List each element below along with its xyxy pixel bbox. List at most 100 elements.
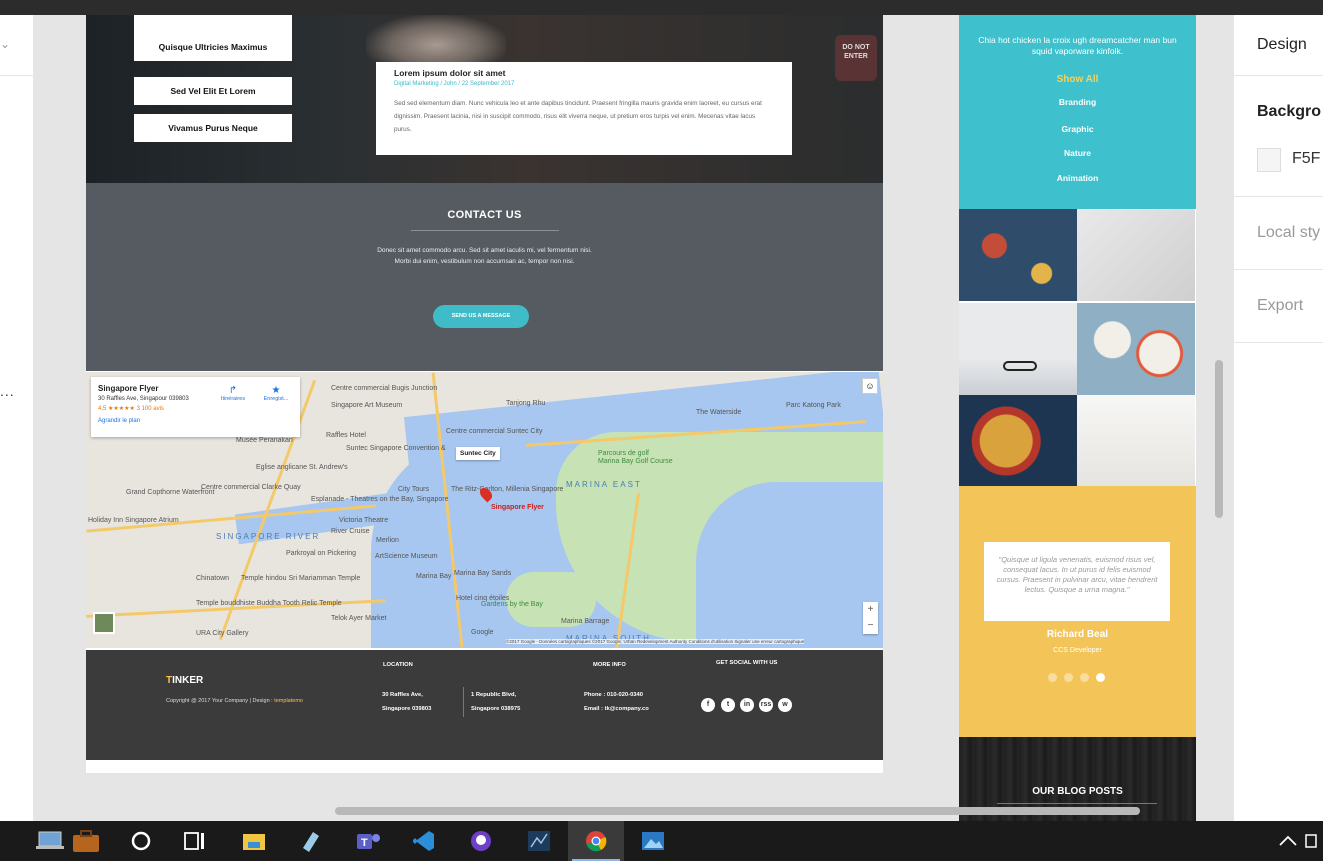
pin-label: Singapore Flyer	[491, 504, 544, 511]
carousel-dot-active[interactable]	[1096, 673, 1105, 682]
carousel-dot[interactable]	[1080, 673, 1089, 682]
zoom-in-button[interactable]: +	[863, 602, 878, 618]
divider	[1234, 342, 1323, 343]
directions-button[interactable]: ↱ Itinéraires	[213, 385, 253, 402]
sourcetree-icon[interactable]	[511, 821, 567, 861]
map-label: Merlion	[376, 537, 399, 544]
map-label: Centre commercial Bugis Junction	[331, 385, 438, 392]
tab-design[interactable]: Design	[1257, 36, 1307, 54]
templatemo-link[interactable]: templatemo	[274, 698, 303, 704]
map-label: Marina Bay Sands	[454, 570, 512, 577]
map-water-label: SINGAPORE RIVER	[216, 532, 321, 541]
portfolio-frame[interactable]: Chia hot chicken la croix ugh dreamcatch…	[959, 15, 1196, 821]
divider	[0, 75, 34, 76]
glasses-icon	[1003, 361, 1037, 371]
github-icon[interactable]	[453, 821, 509, 861]
map-label: Hotel cinq étoiles	[456, 595, 510, 602]
portfolio-photo[interactable]	[1077, 209, 1195, 301]
map-label: Tanjong Rhu	[506, 400, 546, 407]
background-hex-value[interactable]: F5F	[1292, 150, 1320, 168]
facebook-icon[interactable]: f	[701, 698, 715, 712]
carousel-dot[interactable]	[1064, 673, 1073, 682]
canvas[interactable]: DO NOT ENTER Quisque Ultricies Maximus S…	[35, 15, 1232, 821]
more-icon[interactable]: ...	[0, 383, 15, 399]
map-attribution[interactable]: ©2017 Google - Données cartographiques ©…	[506, 639, 805, 644]
notepad-icon[interactable]	[282, 821, 338, 861]
portfolio-photo[interactable]	[1077, 303, 1195, 395]
filter-branding[interactable]: Branding	[959, 97, 1196, 107]
map-label: Centre commercial Suntec City	[446, 428, 543, 435]
map-label: Marina Bay	[416, 573, 452, 580]
briefcase-icon[interactable]	[58, 821, 114, 861]
filter-graphic[interactable]: Graphic	[959, 124, 1196, 134]
portfolio-photo[interactable]	[959, 303, 1077, 395]
map-label: Marina Barrage	[561, 618, 610, 625]
contact-text: Donec sit amet commodo arcu. Sed sit ame…	[377, 247, 592, 265]
twitter-icon[interactable]: t	[721, 698, 735, 712]
place-rating[interactable]: 4,5 ★★★★★ 3 100 avis	[98, 405, 293, 412]
web-icon[interactable]: w	[778, 698, 792, 712]
save-button[interactable]: ★ Enregist...	[256, 385, 296, 402]
category-button[interactable]	[134, 15, 292, 35]
street-view-icon[interactable]: ☺	[862, 378, 878, 394]
google-map[interactable]: Centre commercial Bugis Junction Singapo…	[86, 372, 883, 648]
map-label: City Tours	[398, 486, 429, 493]
portfolio-filter-section: Chia hot chicken la croix ugh dreamcatch…	[959, 15, 1196, 209]
map-label: Parcours de golf	[598, 450, 649, 457]
carousel-dot[interactable]	[1048, 673, 1057, 682]
task-view-icon[interactable]	[167, 821, 223, 861]
divider	[1234, 75, 1323, 76]
rss-icon[interactable]: rss	[759, 698, 773, 712]
map-label: Parc Katong Park	[786, 402, 841, 409]
send-message-button[interactable]: SEND US A MESSAGE	[433, 305, 529, 328]
address-line: 1 Republic Blvd,	[471, 692, 517, 698]
local-styles-label[interactable]: Local sty	[1257, 224, 1320, 242]
zoom-controls[interactable]: + −	[863, 602, 878, 634]
hero-section: DO NOT ENTER Quisque Ultricies Maximus S…	[86, 15, 883, 183]
portfolio-photo[interactable]	[959, 209, 1077, 301]
blog-card-title: Lorem ipsum dolor sit amet	[394, 68, 506, 78]
email[interactable]: Email : tk@company.co	[584, 702, 649, 716]
category-button[interactable]: Quisque Ultricies Maximus	[134, 33, 292, 61]
vscode-icon[interactable]	[396, 821, 452, 861]
blog-card-meta[interactable]: Digital Marketing / John / 22 September …	[394, 81, 774, 87]
chrome-icon[interactable]	[568, 821, 624, 861]
portfolio-photo[interactable]	[1077, 395, 1195, 487]
brand-rest: INKER	[172, 675, 204, 686]
category-button[interactable]: Vivamus Purus Neque	[134, 114, 292, 142]
file-explorer-icon[interactable]	[226, 821, 282, 861]
zoom-out-button[interactable]: −	[863, 618, 878, 634]
teams-icon[interactable]: T	[340, 821, 396, 861]
notification-icon[interactable]	[1298, 821, 1323, 861]
blog-card[interactable]: Lorem ipsum dolor sit amet Digital Marke…	[376, 62, 792, 155]
cortana-icon[interactable]	[113, 821, 169, 861]
map-label: Marina Bay Golf Course	[598, 458, 673, 465]
enlarge-map-link[interactable]: Agrandir le plan	[98, 418, 293, 424]
map-label: Temple hindou Sri Mariamman Temple	[241, 575, 361, 582]
filter-nature[interactable]: Nature	[959, 148, 1196, 158]
place-info-card[interactable]: Singapore Flyer 30 Raffles Ave, Singapou…	[91, 377, 300, 437]
divider	[997, 803, 1157, 804]
address-2: 1 Republic Blvd, Singapore 038975	[471, 688, 520, 716]
category-button[interactable]: Sed Vel Elit Et Lorem	[134, 77, 292, 105]
copyright: Copyright @ 2017 Your Company | Design :…	[166, 698, 303, 704]
linkedin-icon[interactable]: in	[740, 698, 754, 712]
divider	[410, 230, 559, 231]
address-line: 30 Raffles Ave,	[382, 692, 423, 698]
filter-animation[interactable]: Animation	[959, 173, 1196, 183]
map-label: Holiday Inn Singapore Atrium	[88, 517, 179, 524]
map-label: The Ritz-Carlton, Millenia Singapore	[451, 486, 564, 493]
map-label: Centre commercial Clarke Quay	[201, 484, 301, 491]
satellite-toggle[interactable]	[93, 612, 115, 634]
photos-icon[interactable]	[625, 821, 681, 861]
background-color-swatch[interactable]	[1257, 148, 1281, 172]
chevron-down-icon[interactable]: ⌄	[0, 37, 10, 51]
vertical-scrollbar[interactable]	[1215, 360, 1223, 518]
map-label: Telok Ayer Market	[331, 615, 387, 622]
filter-show-all[interactable]: Show All	[959, 74, 1196, 85]
website-frame[interactable]: DO NOT ENTER Quisque Ultricies Maximus S…	[86, 15, 883, 773]
horizontal-scrollbar[interactable]	[335, 807, 1140, 815]
portfolio-photo[interactable]	[959, 395, 1077, 487]
export-label[interactable]: Export	[1257, 297, 1303, 315]
map-water-label: MARINA EAST	[566, 480, 642, 489]
